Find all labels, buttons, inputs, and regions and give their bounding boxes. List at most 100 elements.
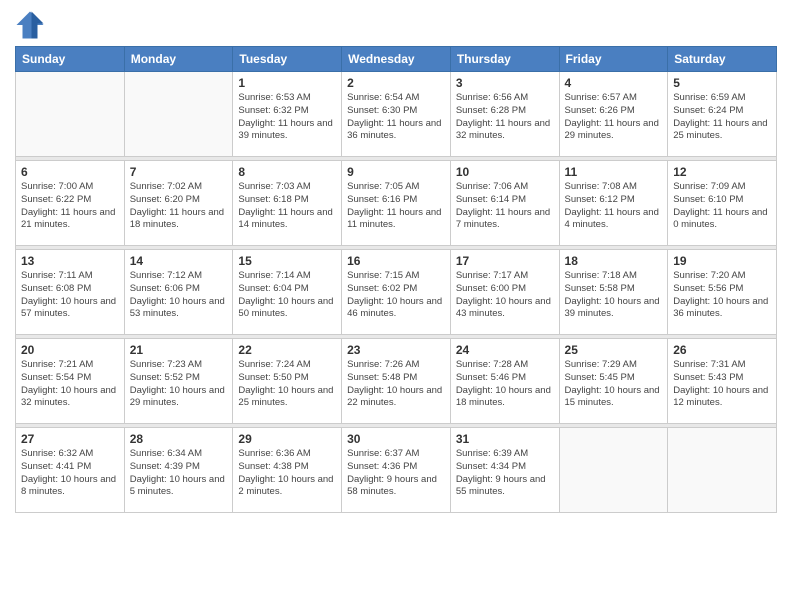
day-number: 17 [456,254,554,268]
day-info: Sunrise: 7:17 AM Sunset: 6:00 PM Dayligh… [456,270,554,321]
day-info: Sunrise: 6:56 AM Sunset: 6:28 PM Dayligh… [456,92,554,143]
day-info: Sunrise: 7:23 AM Sunset: 5:52 PM Dayligh… [130,359,228,410]
day-number: 31 [456,432,554,446]
calendar-header-row: SundayMondayTuesdayWednesdayThursdayFrid… [16,47,777,72]
day-info: Sunrise: 7:15 AM Sunset: 6:02 PM Dayligh… [347,270,445,321]
calendar-week-row: 6 Sunrise: 7:00 AM Sunset: 6:22 PM Daylig… [16,161,777,246]
day-info: Sunrise: 6:54 AM Sunset: 6:30 PM Dayligh… [347,92,445,143]
day-number: 18 [565,254,663,268]
calendar-day-cell: 22 Sunrise: 7:24 AM Sunset: 5:50 PM Dayli… [233,339,342,424]
weekday-header: Tuesday [233,47,342,72]
day-number: 28 [130,432,228,446]
day-info: Sunrise: 7:18 AM Sunset: 5:58 PM Dayligh… [565,270,663,321]
calendar-day-cell: 9 Sunrise: 7:05 AM Sunset: 6:16 PM Daylig… [342,161,451,246]
day-info: Sunrise: 7:31 AM Sunset: 5:43 PM Dayligh… [673,359,771,410]
day-info: Sunrise: 6:59 AM Sunset: 6:24 PM Dayligh… [673,92,771,143]
day-info: Sunrise: 6:37 AM Sunset: 4:36 PM Dayligh… [347,448,445,499]
day-info: Sunrise: 7:24 AM Sunset: 5:50 PM Dayligh… [238,359,336,410]
day-info: Sunrise: 6:39 AM Sunset: 4:34 PM Dayligh… [456,448,554,499]
day-number: 21 [130,343,228,357]
calendar-day-cell: 17 Sunrise: 7:17 AM Sunset: 6:00 PM Dayli… [450,250,559,335]
day-number: 29 [238,432,336,446]
day-number: 26 [673,343,771,357]
calendar-day-cell: 7 Sunrise: 7:02 AM Sunset: 6:20 PM Daylig… [124,161,233,246]
day-number: 2 [347,76,445,90]
day-info: Sunrise: 7:14 AM Sunset: 6:04 PM Dayligh… [238,270,336,321]
weekday-header: Wednesday [342,47,451,72]
day-number: 19 [673,254,771,268]
day-info: Sunrise: 6:32 AM Sunset: 4:41 PM Dayligh… [21,448,119,499]
calendar-day-cell: 14 Sunrise: 7:12 AM Sunset: 6:06 PM Dayli… [124,250,233,335]
calendar-day-cell: 16 Sunrise: 7:15 AM Sunset: 6:02 PM Dayli… [342,250,451,335]
day-number: 11 [565,165,663,179]
day-info: Sunrise: 6:36 AM Sunset: 4:38 PM Dayligh… [238,448,336,499]
day-number: 8 [238,165,336,179]
calendar-day-cell [559,428,668,513]
calendar-day-cell: 27 Sunrise: 6:32 AM Sunset: 4:41 PM Dayli… [16,428,125,513]
day-number: 13 [21,254,119,268]
calendar-day-cell: 2 Sunrise: 6:54 AM Sunset: 6:30 PM Daylig… [342,72,451,157]
day-number: 14 [130,254,228,268]
day-number: 12 [673,165,771,179]
calendar-day-cell: 31 Sunrise: 6:39 AM Sunset: 4:34 PM Dayli… [450,428,559,513]
day-info: Sunrise: 7:11 AM Sunset: 6:08 PM Dayligh… [21,270,119,321]
calendar-day-cell: 25Sunrise: 7:29 AM Sunset: 5:45 PM Dayli… [559,339,668,424]
calendar-day-cell: 29 Sunrise: 6:36 AM Sunset: 4:38 PM Dayli… [233,428,342,513]
calendar-day-cell: 5 Sunrise: 6:59 AM Sunset: 6:24 PM Daylig… [668,72,777,157]
day-info: Sunrise: 7:21 AM Sunset: 5:54 PM Dayligh… [21,359,119,410]
calendar-day-cell: 18 Sunrise: 7:18 AM Sunset: 5:58 PM Dayli… [559,250,668,335]
logo [15,10,49,40]
header [15,10,777,40]
calendar-day-cell: 24Sunrise: 7:28 AM Sunset: 5:46 PM Dayli… [450,339,559,424]
page-container: SundayMondayTuesdayWednesdayThursdayFrid… [0,0,792,528]
calendar-day-cell: 10 Sunrise: 7:06 AM Sunset: 6:14 PM Dayli… [450,161,559,246]
day-number: 23 [347,343,445,357]
calendar-day-cell: 30 Sunrise: 6:37 AM Sunset: 4:36 PM Dayli… [342,428,451,513]
day-number: 16 [347,254,445,268]
calendar-day-cell: 26 Sunrise: 7:31 AM Sunset: 5:43 PM Dayli… [668,339,777,424]
day-info: Sunrise: 7:05 AM Sunset: 6:16 PM Dayligh… [347,181,445,232]
calendar-day-cell [124,72,233,157]
calendar-day-cell: 20Sunrise: 7:21 AM Sunset: 5:54 PM Dayli… [16,339,125,424]
day-info: Sunrise: 7:08 AM Sunset: 6:12 PM Dayligh… [565,181,663,232]
calendar-day-cell: 19 Sunrise: 7:20 AM Sunset: 5:56 PM Dayli… [668,250,777,335]
day-info: Sunrise: 6:57 AM Sunset: 6:26 PM Dayligh… [565,92,663,143]
calendar-day-cell [668,428,777,513]
day-info: Sunrise: 7:12 AM Sunset: 6:06 PM Dayligh… [130,270,228,321]
day-number: 4 [565,76,663,90]
calendar-day-cell: 21 Sunrise: 7:23 AM Sunset: 5:52 PM Dayli… [124,339,233,424]
day-number: 22 [238,343,336,357]
day-info: Sunrise: 7:09 AM Sunset: 6:10 PM Dayligh… [673,181,771,232]
weekday-header: Thursday [450,47,559,72]
day-number: 9 [347,165,445,179]
calendar-day-cell: 12 Sunrise: 7:09 AM Sunset: 6:10 PM Dayli… [668,161,777,246]
calendar-day-cell: 15Sunrise: 7:14 AM Sunset: 6:04 PM Dayli… [233,250,342,335]
day-info: Sunrise: 6:53 AM Sunset: 6:32 PM Dayligh… [238,92,336,143]
day-number: 30 [347,432,445,446]
day-info: Sunrise: 6:34 AM Sunset: 4:39 PM Dayligh… [130,448,228,499]
calendar-week-row: 27 Sunrise: 6:32 AM Sunset: 4:41 PM Dayli… [16,428,777,513]
day-number: 3 [456,76,554,90]
weekday-header: Saturday [668,47,777,72]
day-number: 6 [21,165,119,179]
calendar-table: SundayMondayTuesdayWednesdayThursdayFrid… [15,46,777,513]
day-info: Sunrise: 7:03 AM Sunset: 6:18 PM Dayligh… [238,181,336,232]
day-info: Sunrise: 7:26 AM Sunset: 5:48 PM Dayligh… [347,359,445,410]
day-info: Sunrise: 7:20 AM Sunset: 5:56 PM Dayligh… [673,270,771,321]
day-number: 27 [21,432,119,446]
day-number: 7 [130,165,228,179]
day-number: 1 [238,76,336,90]
calendar-day-cell: 1 Sunrise: 6:53 AM Sunset: 6:32 PM Daylig… [233,72,342,157]
calendar-day-cell: 13 Sunrise: 7:11 AM Sunset: 6:08 PM Dayli… [16,250,125,335]
weekday-header: Monday [124,47,233,72]
day-number: 10 [456,165,554,179]
day-info: Sunrise: 7:00 AM Sunset: 6:22 PM Dayligh… [21,181,119,232]
calendar-day-cell: 8 Sunrise: 7:03 AM Sunset: 6:18 PM Daylig… [233,161,342,246]
day-info: Sunrise: 7:02 AM Sunset: 6:20 PM Dayligh… [130,181,228,232]
day-info: Sunrise: 7:29 AM Sunset: 5:45 PM Dayligh… [565,359,663,410]
day-info: Sunrise: 7:06 AM Sunset: 6:14 PM Dayligh… [456,181,554,232]
calendar-week-row: 13 Sunrise: 7:11 AM Sunset: 6:08 PM Dayli… [16,250,777,335]
calendar-day-cell: 11 Sunrise: 7:08 AM Sunset: 6:12 PM Dayli… [559,161,668,246]
day-number: 5 [673,76,771,90]
calendar-day-cell: 4 Sunrise: 6:57 AM Sunset: 6:26 PM Daylig… [559,72,668,157]
